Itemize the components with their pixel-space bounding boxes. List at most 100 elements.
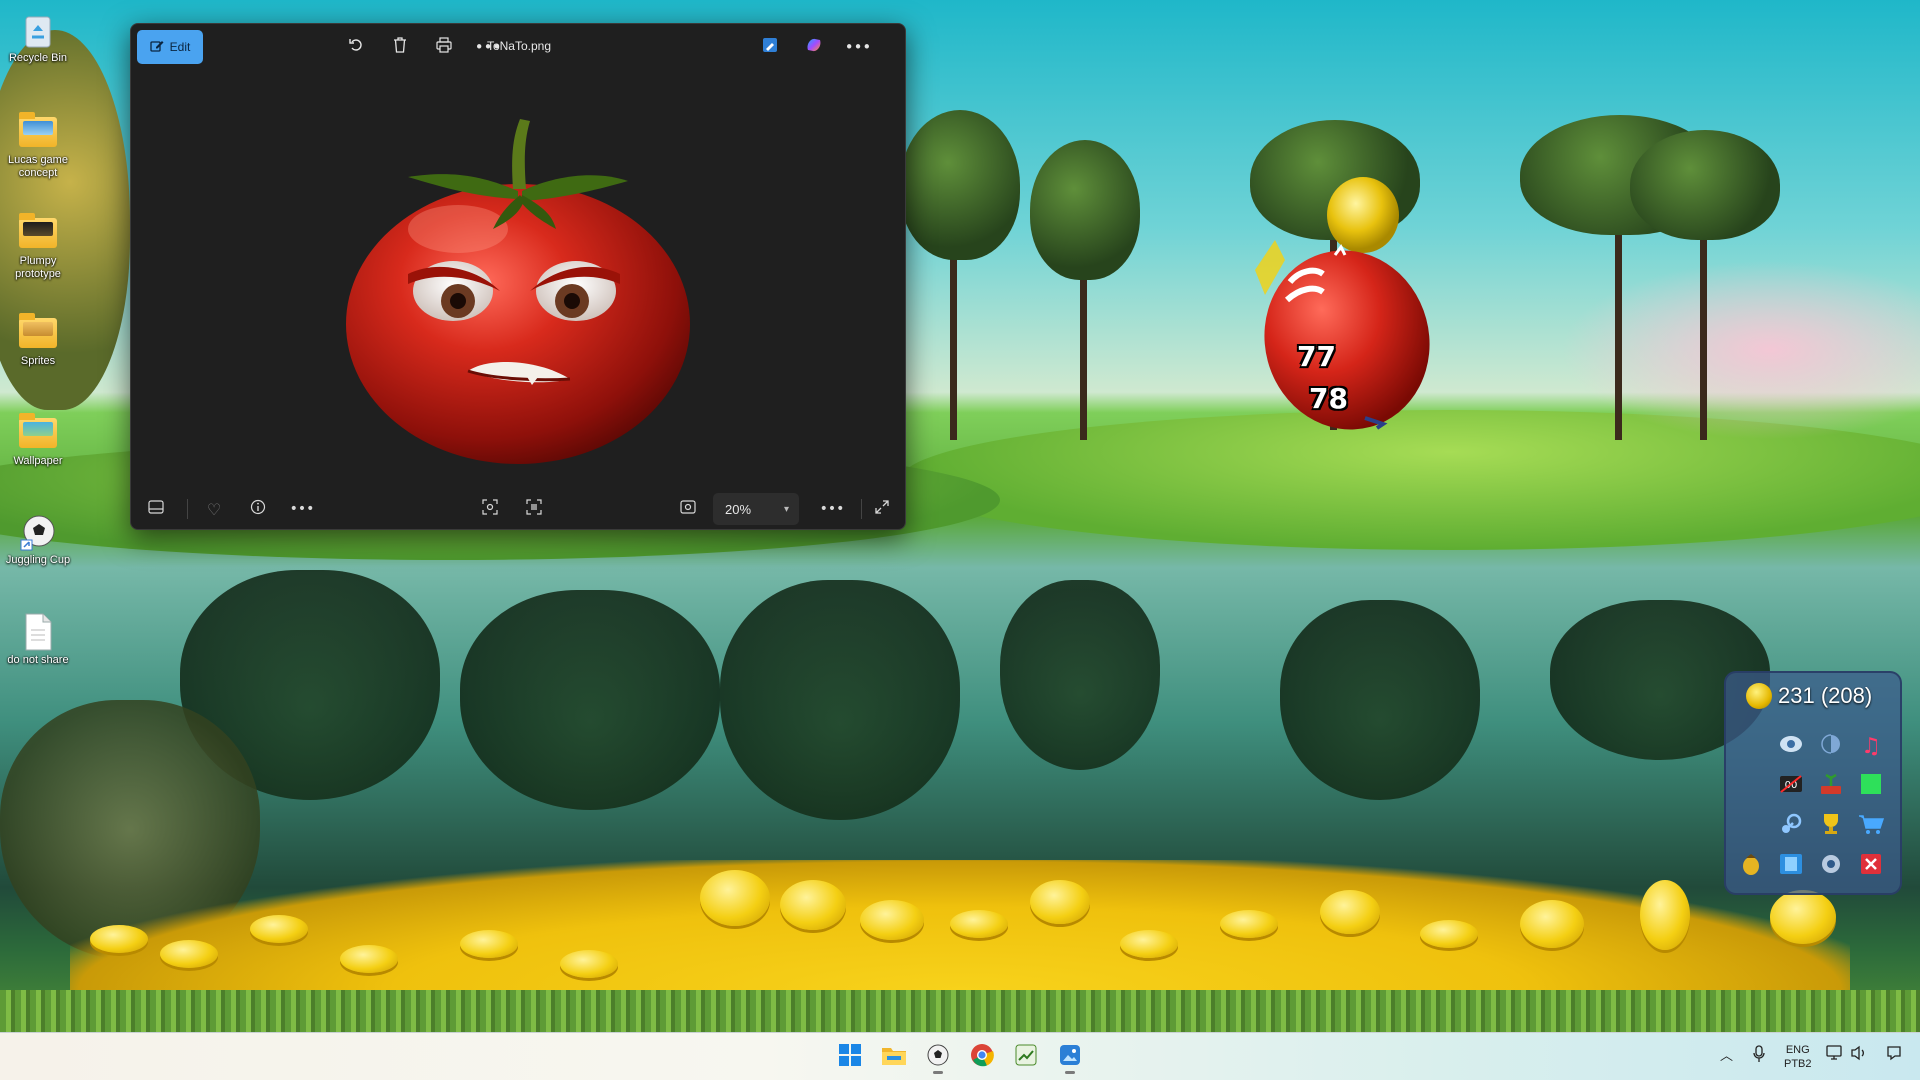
zoom-level: 20% bbox=[725, 501, 752, 517]
fit-to-window-button[interactable] bbox=[671, 492, 705, 526]
scan-text-button[interactable] bbox=[517, 492, 551, 526]
delete-button[interactable] bbox=[383, 30, 417, 64]
coin-count-text: 231 (208) bbox=[1778, 683, 1873, 708]
achievements-button[interactable] bbox=[1816, 811, 1846, 841]
game-tomato-character[interactable]: 77 78 bbox=[1245, 170, 1445, 440]
more-icon: ••• bbox=[844, 38, 872, 56]
film-button[interactable] bbox=[1776, 851, 1806, 881]
coin bbox=[340, 945, 398, 973]
zoom-dropdown[interactable]: 20% ▾ bbox=[713, 493, 799, 525]
filmstrip-button[interactable] bbox=[139, 492, 173, 526]
folder-icon bbox=[18, 313, 58, 353]
coin bbox=[860, 900, 924, 940]
image-viewer[interactable] bbox=[131, 70, 905, 487]
coin bbox=[250, 915, 308, 943]
quit-button[interactable] bbox=[1856, 851, 1886, 881]
language-indicator[interactable]: ENG PTB2 bbox=[1784, 1043, 1812, 1071]
tree-reflection bbox=[1000, 580, 1160, 770]
separator bbox=[861, 499, 862, 519]
more-options-button[interactable]: ••• bbox=[471, 30, 505, 64]
chrome-icon bbox=[970, 1043, 994, 1071]
shop-button[interactable] bbox=[1856, 811, 1886, 841]
seed-button[interactable] bbox=[1736, 851, 1766, 881]
film-icon bbox=[1779, 853, 1803, 880]
desktop-icon-label: Lucas game concept bbox=[8, 154, 68, 179]
photos-window: Edit ••• ToNaTo.png ••• ♡ ••• 20% ▾ ••• bbox=[130, 23, 906, 530]
desktop-icon-juggling-cup[interactable]: Juggling Cup bbox=[2, 512, 74, 567]
chevron-up-icon: ︿ bbox=[1720, 1049, 1734, 1064]
green-screen-button[interactable] bbox=[1856, 771, 1886, 801]
edit-image-button[interactable] bbox=[753, 30, 787, 64]
taskbar: ︿ ENG PTB2 bbox=[0, 1032, 1920, 1080]
tree-reflection bbox=[720, 580, 960, 820]
green-square-icon bbox=[1859, 772, 1883, 801]
coin bbox=[90, 925, 148, 953]
trash-icon bbox=[393, 37, 407, 57]
minimize-button[interactable]: — bbox=[894, 30, 905, 64]
desktop-icon-label: Wallpaper bbox=[13, 455, 63, 467]
tomato-skin-button[interactable] bbox=[1816, 771, 1846, 801]
edit-button[interactable]: Edit bbox=[137, 30, 203, 64]
microphone-button[interactable] bbox=[1752, 1045, 1766, 1067]
half-circle-icon bbox=[1820, 733, 1842, 760]
grass-strip bbox=[0, 990, 1920, 1032]
coin bbox=[1320, 890, 1380, 934]
volume-slider-button[interactable] bbox=[1816, 731, 1846, 761]
favorite-button[interactable]: ♡ bbox=[197, 492, 231, 526]
start-button[interactable] bbox=[830, 1039, 870, 1075]
tree-crown bbox=[900, 110, 1020, 260]
notifications-button[interactable] bbox=[1886, 1045, 1902, 1065]
counter-icon: 00 bbox=[1779, 774, 1803, 799]
notification-icon bbox=[1886, 1046, 1902, 1065]
fullscreen-button[interactable] bbox=[865, 492, 899, 526]
show-hidden-icons-button[interactable]: ︿ bbox=[1720, 1045, 1733, 1064]
filmstrip-icon bbox=[148, 500, 164, 518]
desktop-icon-wallpaper[interactable]: Wallpaper bbox=[2, 413, 74, 468]
more-options-button[interactable]: ••• bbox=[815, 492, 849, 526]
folder-icon bbox=[18, 213, 58, 253]
print-icon bbox=[436, 37, 452, 57]
desktop-icon-label: do not share bbox=[7, 654, 69, 666]
coin-counter: 231 (208) bbox=[1746, 683, 1872, 709]
music-note-icon: ♫ bbox=[1861, 733, 1881, 759]
steam-button[interactable] bbox=[1776, 811, 1806, 841]
coin bbox=[1420, 920, 1478, 948]
counter-button[interactable]: 00 bbox=[1776, 771, 1806, 801]
coin bbox=[700, 870, 770, 926]
gear-icon bbox=[1819, 852, 1843, 881]
taskbar-photos[interactable] bbox=[1050, 1039, 1090, 1075]
taskbar-file-explorer[interactable] bbox=[874, 1039, 914, 1075]
taskbar-juggling-cup[interactable] bbox=[918, 1039, 958, 1075]
volume-button[interactable] bbox=[1850, 1045, 1868, 1065]
coin bbox=[1770, 890, 1836, 944]
desktop-icon-label: Recycle Bin bbox=[8, 52, 68, 64]
desktop-icon-plumpy-prototype[interactable]: Plumpy prototype bbox=[2, 213, 74, 281]
crop-button[interactable] bbox=[473, 492, 507, 526]
taskbar-app-green[interactable] bbox=[1006, 1039, 1046, 1075]
recycle-bin-icon bbox=[18, 10, 58, 50]
info-button[interactable] bbox=[241, 492, 275, 526]
see-more-button[interactable]: ••• bbox=[841, 30, 875, 64]
desktop-icon-recycle-bin[interactable]: Recycle Bin bbox=[2, 10, 74, 65]
more-options-button[interactable]: ••• bbox=[285, 492, 319, 526]
wallpaper-toggle-button[interactable] bbox=[1776, 731, 1806, 761]
network-button[interactable] bbox=[1826, 1045, 1844, 1065]
language-code: ENG bbox=[1785, 1044, 1810, 1056]
edit-icon bbox=[150, 39, 164, 56]
desktop-icon-lucas-game-concept[interactable]: Lucas game concept bbox=[2, 112, 74, 180]
music-button[interactable]: ♫ bbox=[1856, 731, 1886, 761]
image-edit-icon bbox=[762, 37, 778, 57]
coin bbox=[1220, 910, 1278, 938]
heart-icon: ♡ bbox=[206, 499, 222, 519]
taskbar-chrome[interactable] bbox=[962, 1039, 1002, 1075]
desktop-icon-sprites[interactable]: Sprites bbox=[2, 313, 74, 368]
coin bbox=[560, 950, 618, 978]
folder-icon bbox=[18, 112, 58, 152]
coin bbox=[1640, 880, 1690, 950]
chevron-down-icon: ▾ bbox=[783, 503, 789, 515]
settings-button[interactable] bbox=[1816, 851, 1846, 881]
copilot-button[interactable] bbox=[797, 30, 831, 64]
print-button[interactable] bbox=[427, 30, 461, 64]
rotate-button[interactable] bbox=[339, 30, 373, 64]
desktop-icon-do-not-share[interactable]: do not share bbox=[2, 612, 74, 667]
